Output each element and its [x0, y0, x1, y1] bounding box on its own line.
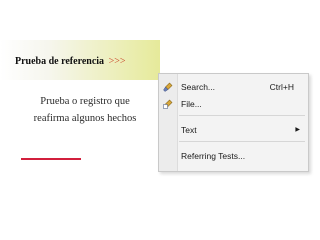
menu-item-file[interactable]: File...: [159, 97, 308, 111]
slide: Prueba de referencia >>> Prueba o regist…: [0, 0, 320, 240]
menu-item-referring-tests-label: Referring Tests...: [181, 151, 246, 161]
referring-tests-highlight-underline: [21, 158, 81, 160]
menu-item-referring-tests[interactable]: Referring Tests...: [159, 149, 308, 163]
menu-item-text-label: Text: [181, 125, 197, 135]
menu-item-file-label: File...: [181, 99, 202, 109]
slide-body: Prueba o registro que reafirma algunos h…: [20, 93, 150, 127]
title-arrows: >>>: [108, 56, 126, 67]
slide-title: Prueba de referencia >>>: [15, 57, 125, 67]
context-menu: Search... Ctrl+H File... Text ▶ Referrin…: [158, 73, 309, 172]
search-flashlight-icon: [163, 82, 173, 92]
menu-item-search-shortcut: Ctrl+H: [269, 82, 294, 92]
menu-item-search-label: Search...: [181, 82, 216, 92]
file-search-icon: [163, 99, 173, 109]
body-line-1: Prueba o registro que: [40, 96, 130, 107]
body-line-2: reafirma algunos hechos: [33, 113, 137, 124]
menu-separator: [179, 141, 305, 142]
submenu-arrow-icon: ▶: [295, 127, 300, 133]
menu-item-search[interactable]: Search... Ctrl+H: [159, 80, 308, 94]
menu-item-text[interactable]: Text ▶: [159, 123, 308, 137]
menu-separator: [179, 115, 305, 116]
slide-title-text: Prueba de referencia: [15, 56, 105, 67]
